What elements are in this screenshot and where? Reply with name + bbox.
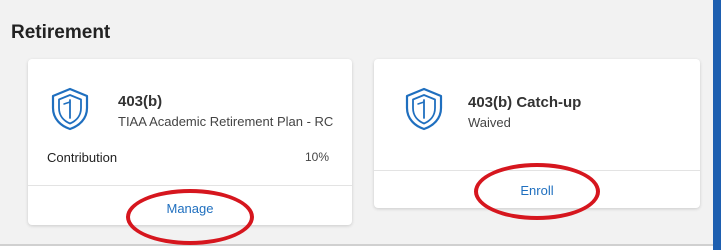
- contribution-label: Contribution: [47, 150, 118, 165]
- manage-button[interactable]: Manage: [28, 201, 352, 216]
- card-divider: [374, 170, 700, 171]
- contribution-value: 10%: [304, 150, 329, 164]
- retirement-panel: Retirement 403(b) TIAA Academic Retireme…: [0, 0, 714, 246]
- plan-name: 403(b): [118, 93, 163, 110]
- card-divider: [28, 185, 352, 186]
- section-title: Retirement: [11, 22, 111, 43]
- plan-name: 403(b) Catch-up: [468, 94, 582, 111]
- plan-status: Waived: [468, 115, 511, 130]
- plan-subtitle: TIAA Academic Retirement Plan - RC: [118, 114, 334, 129]
- shield-icon: [405, 87, 443, 131]
- scroll-accent-bar: [713, 0, 721, 250]
- enroll-button[interactable]: Enroll: [374, 183, 700, 198]
- plan-card-403b: 403(b) TIAA Academic Retirement Plan - R…: [28, 59, 352, 225]
- plan-card-403b-catch-up: 403(b) Catch-up Waived Enroll: [374, 59, 700, 208]
- shield-icon: [51, 87, 89, 131]
